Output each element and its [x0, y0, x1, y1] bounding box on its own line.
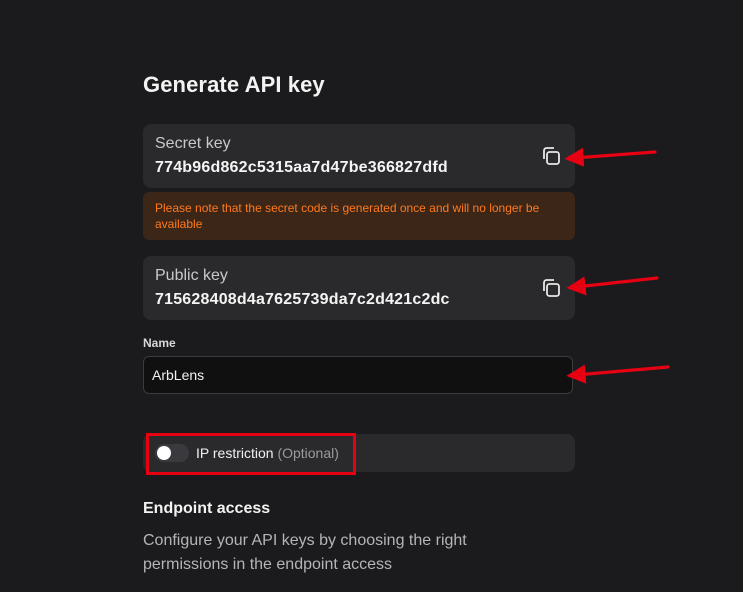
generate-api-key-page: Generate API key Secret key 774b96d862c5…: [0, 0, 743, 592]
name-input[interactable]: [143, 356, 573, 394]
secret-key-label: Secret key: [155, 135, 231, 152]
copy-public-key-button[interactable]: [539, 276, 563, 300]
copy-icon: [543, 147, 560, 165]
name-field-label: Name: [143, 336, 176, 350]
page-title: Generate API key: [143, 72, 325, 97]
endpoint-access-title: Endpoint access: [143, 500, 271, 517]
public-key-value: 715628408d4a7625739da7c2d421c2dc: [155, 291, 450, 308]
ip-restriction-row: IP restriction (Optional): [143, 434, 575, 472]
endpoint-access-description: Configure your API keys by choosing the …: [143, 532, 467, 573]
secret-key-warning: Please note that the secret code is gene…: [143, 192, 575, 240]
public-key-card: Public key 715628408d4a7625739da7c2d421c…: [143, 256, 575, 320]
arrow-public-copy: [566, 276, 659, 296]
ip-restriction-toggle[interactable]: [155, 444, 189, 462]
ip-restriction-label: IP restriction (Optional): [196, 445, 339, 461]
arrow-secret-copy: [564, 147, 657, 167]
warning-text: Please note that the secret code is gene…: [155, 201, 540, 231]
secret-key-value: 774b96d862c5315aa7d47be366827dfd: [155, 159, 448, 176]
secret-key-card: Secret key 774b96d862c5315aa7d47be366827…: [143, 124, 575, 188]
public-key-label: Public key: [155, 267, 228, 284]
ip-restriction-text: IP restriction: [196, 445, 274, 461]
optional-text: (Optional): [277, 445, 339, 461]
copy-secret-key-button[interactable]: [539, 144, 563, 168]
toggle-knob: [157, 446, 171, 460]
arrow-name-input: [566, 364, 670, 384]
copy-icon: [543, 279, 560, 297]
